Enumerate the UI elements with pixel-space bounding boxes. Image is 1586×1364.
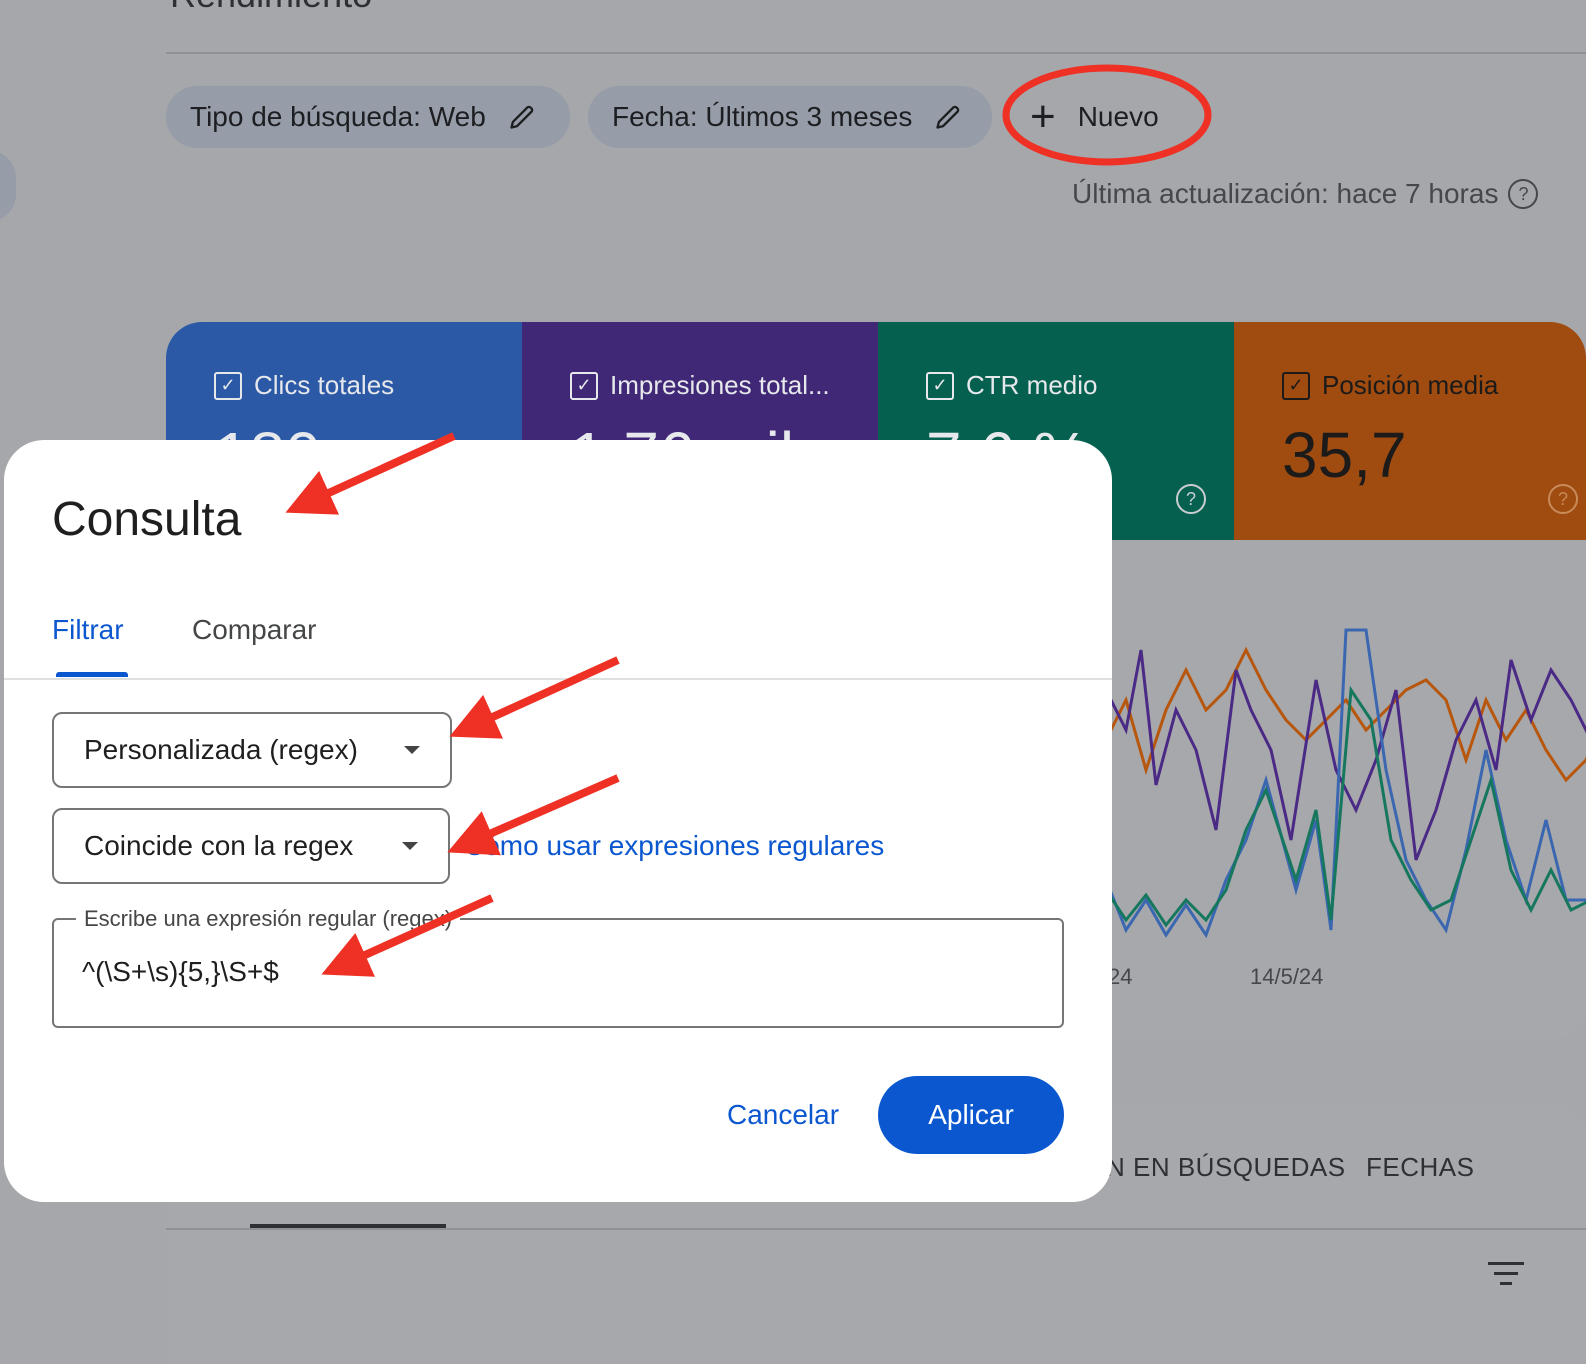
checkbox-icon: ✓	[926, 371, 954, 400]
filter-rows-icon[interactable]	[1486, 1262, 1526, 1285]
series-line-clicks	[1104, 628, 1586, 939]
pencil-icon	[510, 105, 534, 129]
active-tab-indicator	[56, 672, 128, 677]
metric-label: Impresiones total...	[610, 370, 830, 400]
active-tab-underline	[250, 1224, 446, 1228]
filter-type-value: Personalizada (regex)	[84, 734, 358, 765]
metric-label: Clics totales	[254, 370, 395, 400]
metric-label: Posición media	[1322, 370, 1499, 400]
tab-dates[interactable]: FECHAS	[1366, 1152, 1474, 1183]
metric-value: 35,7	[1282, 419, 1407, 491]
tab-search-appearance[interactable]: N EN BÚSQUEDAS	[1106, 1152, 1346, 1183]
header-divider	[166, 52, 1586, 54]
regex-help-link[interactable]: Cómo usar expresiones regulares	[464, 830, 884, 862]
new-filter-button[interactable]: + Nuevo	[1010, 86, 1159, 148]
tab-compare[interactable]: Comparar	[192, 614, 316, 646]
x-tick-label: 14/5/24	[1250, 964, 1323, 989]
checkbox-icon: ✓	[214, 371, 242, 400]
help-icon[interactable]: ?	[1176, 484, 1206, 514]
dialog-title: Consulta	[52, 493, 242, 546]
dropdown-arrow-icon	[402, 842, 418, 850]
regex-input-label: Escribe una expresión regular (regex)	[76, 906, 461, 932]
cancel-button[interactable]: Cancelar	[704, 1076, 862, 1154]
sidebar-edge	[0, 150, 16, 222]
plus-icon: +	[1030, 92, 1056, 141]
date-chip[interactable]: Fecha: Últimos 3 meses	[588, 86, 992, 148]
match-type-select[interactable]: Coincide con la regex	[52, 808, 450, 884]
apply-button[interactable]: Aplicar	[878, 1076, 1064, 1154]
search-type-chip[interactable]: Tipo de búsqueda: Web	[166, 86, 570, 148]
dropdown-arrow-icon	[404, 746, 420, 754]
filter-type-select[interactable]: Personalizada (regex)	[52, 712, 452, 788]
regex-input-value: ^(\S+\s){5,}\S+$	[82, 956, 279, 987]
query-dialog: Consulta Filtrar Comparar Personalizada …	[4, 440, 1112, 1202]
help-icon[interactable]: ?	[1548, 484, 1578, 514]
metric-label: CTR medio	[966, 370, 1098, 400]
tab-filter[interactable]: Filtrar	[52, 614, 124, 646]
match-type-value: Coincide con la regex	[84, 830, 354, 861]
checkbox-icon: ✓	[570, 371, 598, 400]
table-divider	[166, 1228, 1586, 1230]
search-type-label: Tipo de búsqueda: Web	[190, 101, 486, 132]
last-update: Última actualización: hace 7 horas ?	[1072, 178, 1539, 210]
date-label: Fecha: Últimos 3 meses	[612, 101, 913, 132]
metric-card-position[interactable]: ✓ Posición media 35,7 ?	[1234, 322, 1586, 540]
pencil-icon	[936, 105, 960, 129]
tabs-divider	[4, 678, 1112, 680]
help-icon[interactable]: ?	[1508, 179, 1539, 209]
last-update-text: Última actualización: hace 7 horas	[1072, 178, 1499, 209]
page-title: Rendimiento	[170, 0, 372, 16]
new-filter-label: Nuevo	[1077, 101, 1159, 132]
series-line-ctr	[1104, 685, 1586, 928]
checkbox-icon: ✓	[1282, 371, 1310, 400]
